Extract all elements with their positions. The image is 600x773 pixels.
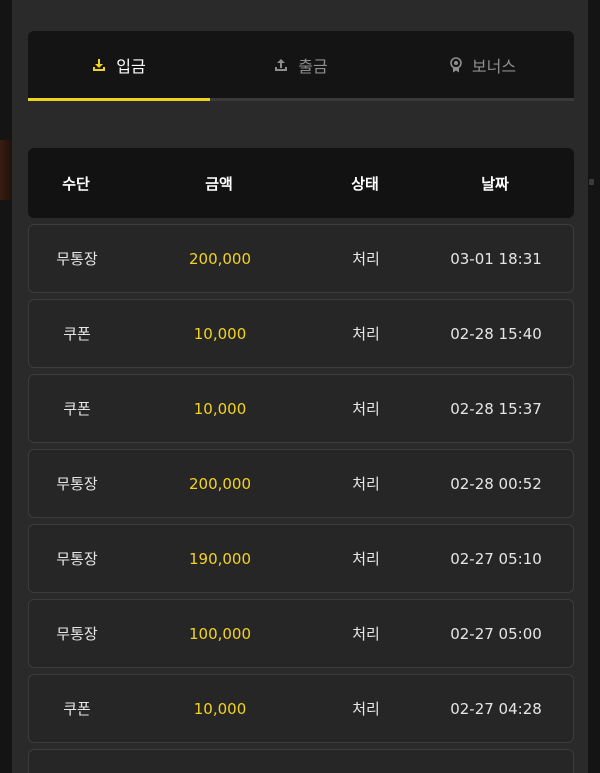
header-status: 상태 bbox=[351, 174, 379, 193]
table-row-partial[interactable] bbox=[28, 749, 574, 773]
row-status: 처리 bbox=[352, 325, 380, 343]
table-row[interactable]: 무통장 100,000 처리 02-27 05:00 bbox=[28, 599, 574, 668]
tab-active-indicator bbox=[28, 98, 210, 101]
download-icon bbox=[92, 58, 106, 72]
tab-withdraw-label: 출금 bbox=[298, 56, 328, 76]
row-status: 처리 bbox=[352, 400, 380, 418]
row-method: 쿠폰 bbox=[63, 700, 91, 718]
row-date: 03-01 18:31 bbox=[450, 249, 542, 268]
tab-withdraw[interactable]: 출금 bbox=[210, 31, 392, 98]
row-amount: 200,000 bbox=[188, 474, 252, 493]
row-method: 무통장 bbox=[56, 475, 98, 493]
background-mark bbox=[589, 179, 594, 185]
row-amount: 100,000 bbox=[188, 624, 252, 643]
table-row[interactable]: 쿠폰 10,000 처리 02-28 15:37 bbox=[28, 374, 574, 443]
row-status: 처리 bbox=[352, 625, 380, 643]
medal-icon bbox=[450, 56, 462, 73]
row-method: 무통장 bbox=[56, 625, 98, 643]
header-method: 수단 bbox=[62, 174, 90, 193]
tab-deposit[interactable]: 입금 bbox=[28, 31, 210, 98]
row-amount: 190,000 bbox=[188, 549, 252, 568]
table-header: 수단 금액 상태 날짜 bbox=[28, 148, 574, 218]
row-amount: 10,000 bbox=[193, 399, 247, 418]
table-row[interactable]: 무통장 200,000 처리 02-28 00:52 bbox=[28, 449, 574, 518]
background-glow bbox=[0, 140, 12, 200]
row-date: 02-27 05:00 bbox=[450, 624, 542, 643]
row-method: 무통장 bbox=[56, 550, 98, 568]
row-status: 처리 bbox=[352, 250, 380, 268]
row-date: 02-27 04:28 bbox=[450, 699, 542, 718]
tab-bonus-label: 보너스 bbox=[471, 56, 517, 76]
history-panel: 입금 출금 보너스 수단 금액 상태 날짜 무통장 200,000 처리 03-… bbox=[12, 0, 588, 773]
upload-icon bbox=[274, 58, 288, 72]
tab-deposit-label: 입금 bbox=[116, 56, 146, 76]
row-amount: 200,000 bbox=[188, 249, 252, 268]
tab-bar: 입금 출금 보너스 bbox=[28, 31, 574, 101]
row-amount: 10,000 bbox=[193, 324, 247, 343]
table-row[interactable]: 무통장 200,000 처리 03-01 18:31 bbox=[28, 224, 574, 293]
table-row[interactable]: 무통장 190,000 처리 02-27 05:10 bbox=[28, 524, 574, 593]
tab-bonus[interactable]: 보너스 bbox=[392, 31, 574, 98]
row-amount: 10,000 bbox=[193, 699, 247, 718]
row-method: 무통장 bbox=[56, 250, 98, 268]
header-amount: 금액 bbox=[205, 174, 233, 193]
row-method: 쿠폰 bbox=[63, 400, 91, 418]
row-date: 02-28 15:40 bbox=[450, 324, 542, 343]
table-row[interactable]: 쿠폰 10,000 처리 02-28 15:40 bbox=[28, 299, 574, 368]
row-date: 02-27 05:10 bbox=[450, 549, 542, 568]
table-row[interactable]: 쿠폰 10,000 처리 02-27 04:28 bbox=[28, 674, 574, 743]
row-method: 쿠폰 bbox=[63, 325, 91, 343]
row-date: 02-28 15:37 bbox=[450, 399, 542, 418]
row-status: 처리 bbox=[352, 475, 380, 493]
row-date: 02-28 00:52 bbox=[450, 474, 542, 493]
row-status: 처리 bbox=[352, 700, 380, 718]
header-date: 날짜 bbox=[481, 174, 509, 193]
row-status: 처리 bbox=[352, 550, 380, 568]
